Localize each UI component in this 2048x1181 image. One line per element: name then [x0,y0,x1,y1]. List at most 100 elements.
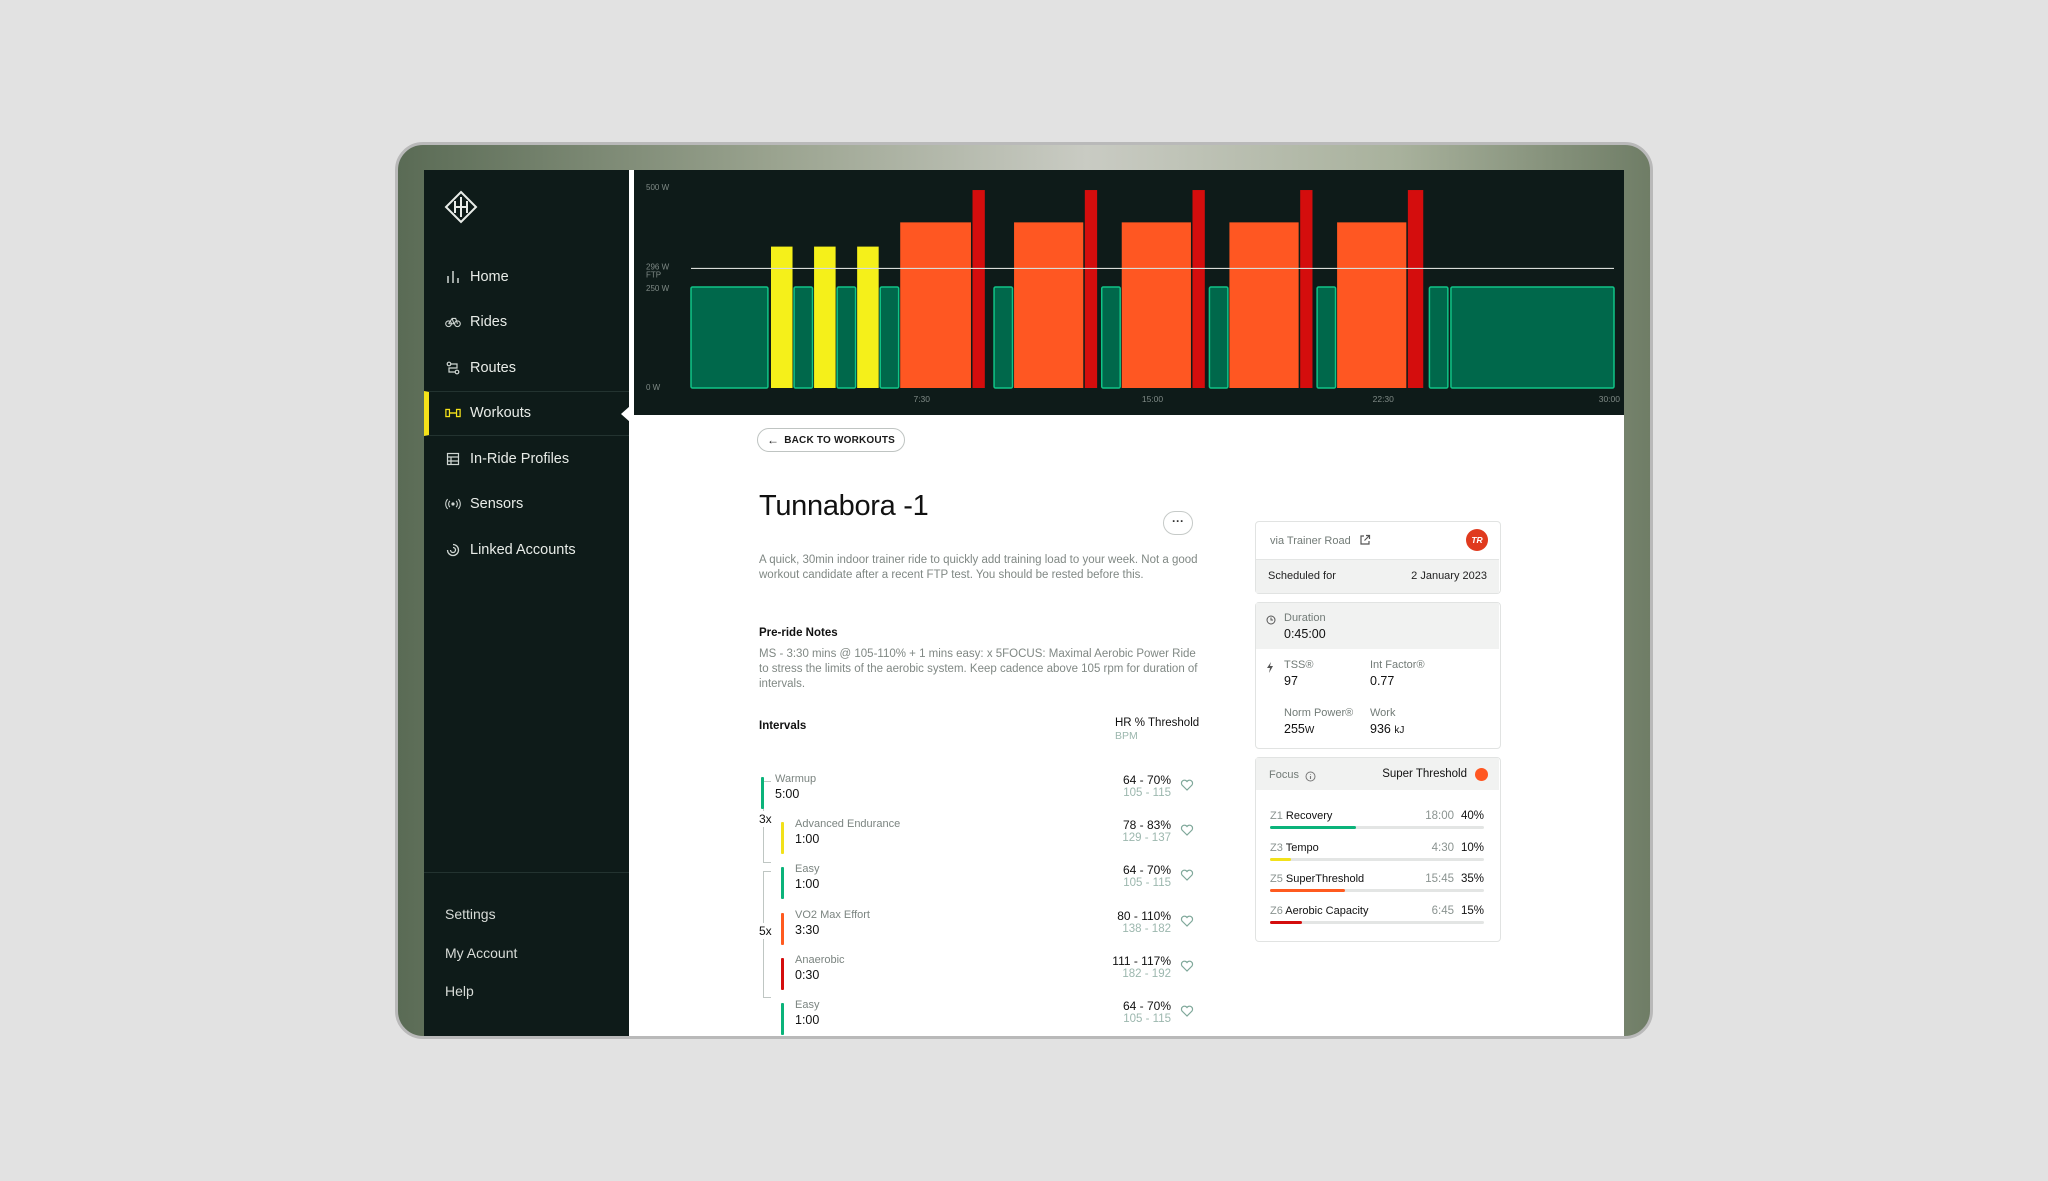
zone-time: 6:45 [1431,904,1454,917]
scheduled-date: 2 January 2023 [1411,570,1487,582]
zone-name: Z5 SuperThreshold [1270,873,1364,885]
nav-item-sensors[interactable]: Sensors [424,482,629,528]
bar-chart-icon [445,269,461,285]
zone-code: Z6 [1270,904,1283,917]
interval-name: Advanced Endurance [795,818,901,830]
hr-threshold-header: HR % Threshold [1115,717,1200,729]
int-factor-value: 0.77 [1370,674,1395,688]
interval-duration: 0:30 [795,968,820,982]
workout-description: A quick, 30min indoor trainer ride to qu… [759,554,1198,581]
interval-name: Anaerobic [795,954,845,966]
nav-item-rides[interactable]: Rides [424,300,629,346]
interval-row[interactable]: Easy 1:00 64 - 70% 105 - 115 [781,863,1199,903]
profile-icon [445,451,461,467]
np-unit: W [1304,725,1315,736]
zone-progress-track [1270,920,1484,924]
via-trainer-road-link[interactable]: via Trainer Road [1270,534,1371,549]
nav-label: Home [470,268,509,285]
nav-label: Routes [470,359,516,376]
heart-icon[interactable] [1180,914,1194,928]
interval-row[interactable]: Advanced Endurance 1:00 78 - 83% 129 - 137 [781,818,1199,858]
chart-bar-tempo [814,246,836,388]
interval-zone-bar [781,913,784,945]
trainer-road-badge: TR [1466,529,1488,551]
more-options-button[interactable]: ··· [1163,511,1193,535]
tablet-frame: Home Rides Routes Workouts In-Ride Profi… [395,142,1653,1039]
focus-header: Focus Super Threshold [1256,758,1499,790]
zone-name: Z3 Tempo [1270,842,1319,854]
interval-row[interactable]: VO2 Max Effort 3:30 80 - 110% 138 - 182 [781,909,1199,949]
interval-bpm: 182 - 192 [1122,968,1171,980]
focus-color-dot [1475,768,1488,781]
interval-name: Easy [795,999,820,1011]
nav-label: Sensors [470,496,524,513]
dumbbell-icon [445,405,461,421]
duration-row: Duration 0:45:00 [1256,603,1499,649]
source-card: via Trainer Road TR Scheduled for 2 Janu… [1255,521,1501,594]
nav-item-routes[interactable]: Routes [424,345,629,391]
heart-icon[interactable] [1180,778,1194,792]
x-tick-label: 15:00 [1142,394,1164,404]
help-link[interactable]: Help [445,972,517,1011]
nav-item-linked-accounts[interactable]: Linked Accounts [424,527,629,573]
zone-time: 18:00 [1425,810,1454,822]
chart-bar-recovery [993,286,1014,389]
zone-progress-track [1270,826,1484,829]
zone-progress-track [1270,857,1484,861]
interval-hr-percent: 78 - 83% [1122,818,1171,832]
interval-bpm: 138 - 182 [1122,923,1171,935]
nav-item-in-ride-profiles[interactable]: In-Ride Profiles [424,436,629,482]
heart-icon[interactable] [1180,1004,1194,1018]
badge-text: TR [1471,535,1483,545]
nav-item-home[interactable]: Home [424,254,629,300]
main-nav: Home Rides Routes Workouts In-Ride Profi… [424,254,630,573]
zone-progress-fill [1270,826,1356,829]
heart-icon[interactable] [1180,959,1194,973]
settings-link[interactable]: Settings [445,895,517,934]
footer-nav: Settings My Account Help [445,895,517,1011]
interval-zone-bar [761,777,764,809]
info-icon[interactable] [1305,769,1316,787]
work-label: Work [1370,707,1396,719]
interval-duration: 1:00 [795,877,820,891]
y-tick-label: 500 W [646,183,670,192]
back-to-workouts-button[interactable]: ← BACK TO WORKOUTS [757,428,905,452]
chart-bar-anaerobic [1407,190,1424,388]
stats-card: Duration 0:45:00 TSS® 97 Int Factor® 0.7… [1255,602,1501,749]
interval-zone-bar [781,867,784,899]
chart-bar-tempo [857,246,879,388]
chart-bar-recovery [1316,286,1337,389]
chart-bar-anaerobic [1300,190,1313,388]
interval-row[interactable]: Easy 1:00 64 - 70% 105 - 115 [781,999,1199,1036]
repeat-count: 3x [759,811,772,827]
duration-label: Duration [1284,612,1326,624]
power-chart-svg: 500 W296 WFTP250 W0 W7:30 15:00 22:30 30:00 [646,183,1620,404]
zone-label: SuperThreshold [1285,873,1365,885]
lightning-icon [1266,660,1274,678]
route-icon [445,360,461,376]
interval-duration: 3:30 [795,923,820,937]
nav-item-workouts[interactable]: Workouts [424,390,630,436]
zone-label: Recovery [1285,810,1333,822]
zone-name: Z1 Recovery [1270,810,1332,822]
interval-hr-percent: 64 - 70% [1122,773,1171,787]
repeat-count: 5x [759,923,772,939]
y-tick-label: 250 W [646,284,670,293]
zone-progress-track [1270,889,1484,892]
chart-bar-recovery [690,286,769,389]
interval-name: Easy [795,863,820,875]
sidebar: Home Rides Routes Workouts In-Ride Profi… [424,170,630,1036]
app-logo[interactable] [444,190,478,224]
intervals-heading: Intervals [759,720,807,732]
interval-row[interactable]: Warmup 5:00 64 - 70% 105 - 115 [761,773,1199,813]
focus-card: Focus Super Threshold Z1 Recovery 18:00 40… [1255,757,1501,942]
heart-icon[interactable] [1180,868,1194,882]
interval-row[interactable]: Anaerobic 0:30 111 - 117% 182 - 192 [781,954,1199,994]
heart-icon[interactable] [1180,823,1194,837]
interval-hr-percent: 64 - 70% [1122,999,1171,1013]
nav-label: Rides [470,314,508,331]
my-account-link[interactable]: My Account [445,934,517,973]
norm-power-label: Norm Power® [1284,707,1354,719]
zone-code: Z1 [1270,810,1283,822]
interval-bpm: 129 - 137 [1122,832,1171,844]
